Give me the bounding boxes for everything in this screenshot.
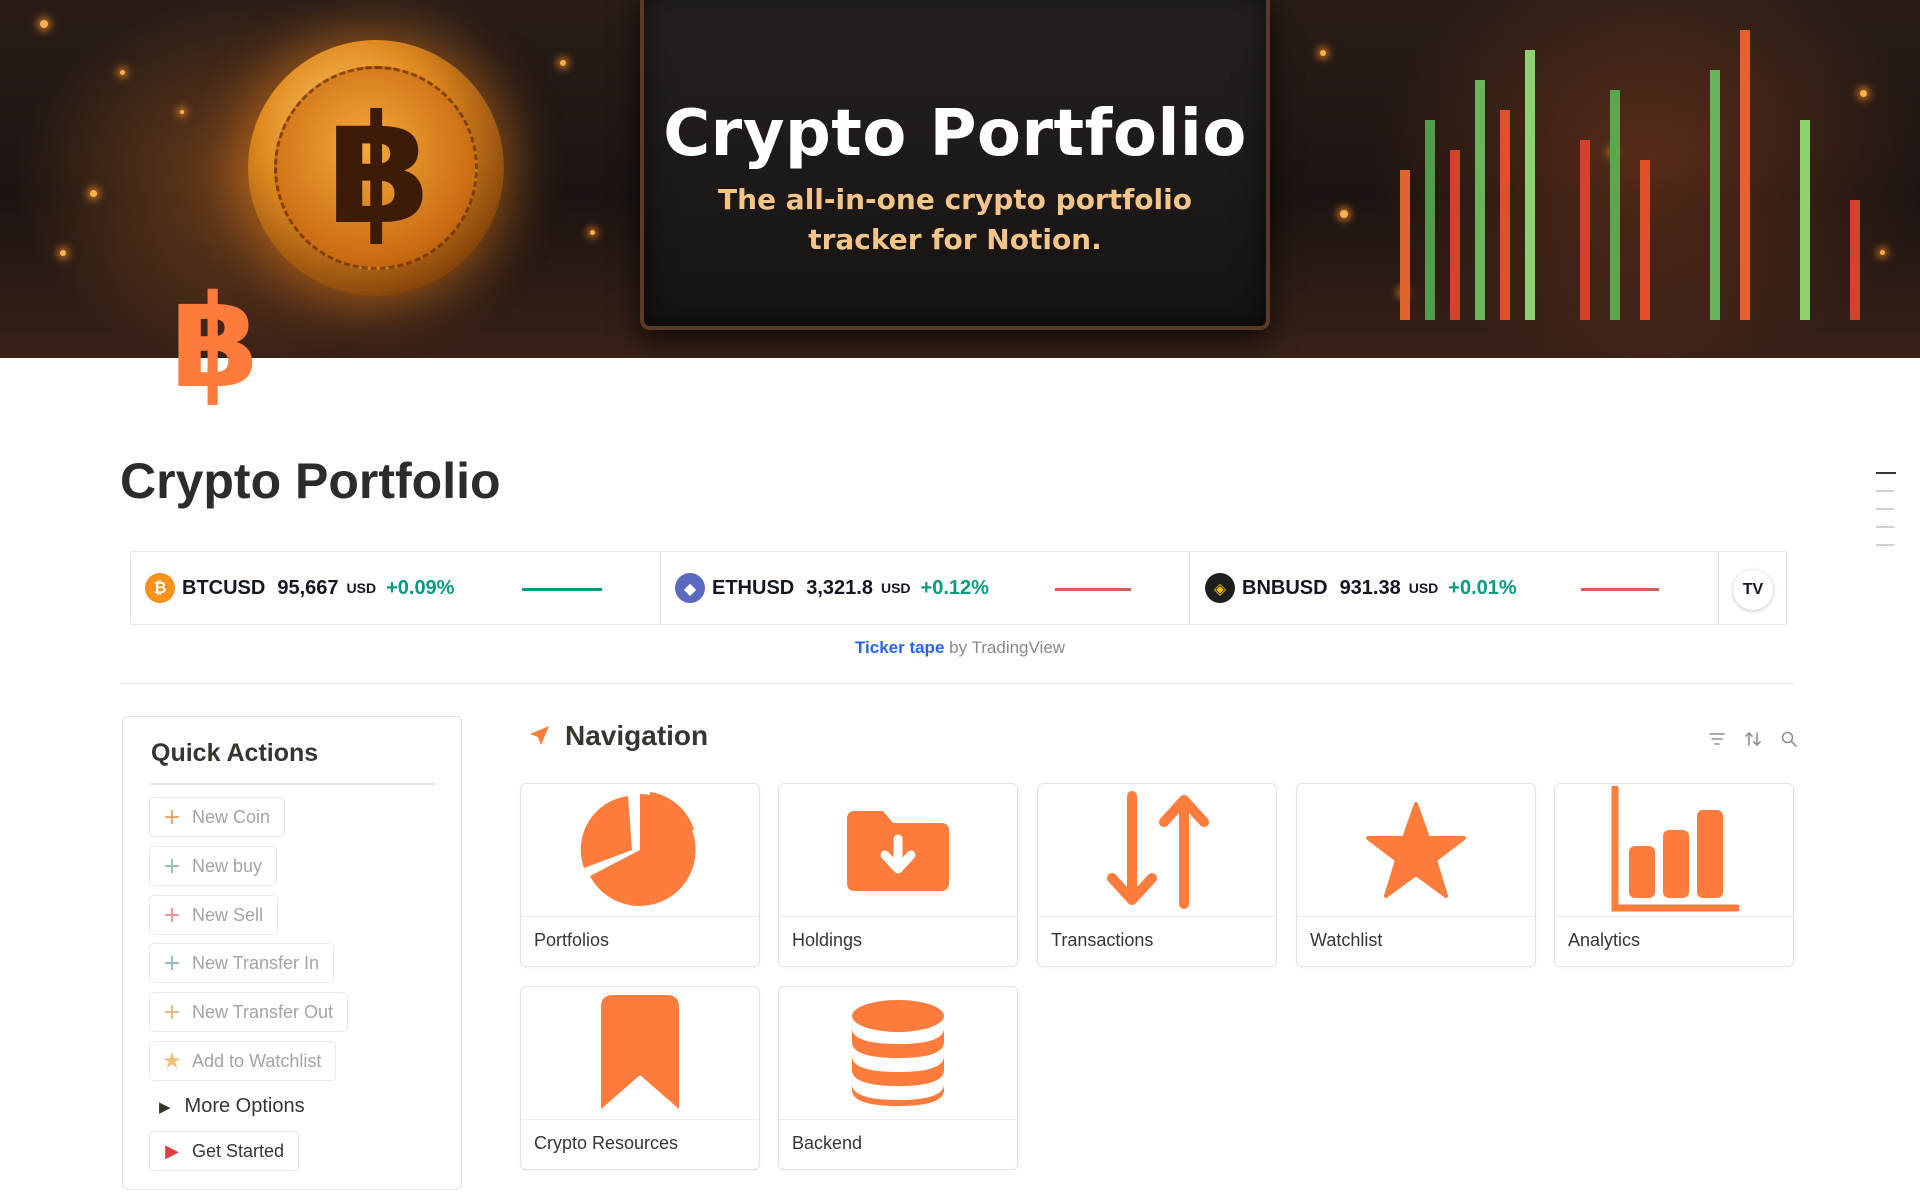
plus-icon: + [162,902,182,928]
ticker-unit: USD [1408,580,1439,596]
triangle-right-icon: ▶ [159,1097,171,1116]
ticker-unit: USD [346,580,377,596]
filter-icon[interactable] [1706,728,1728,750]
table-of-contents-outline[interactable] [1876,472,1896,562]
plus-icon: + [162,999,182,1025]
cover-title-board: Crypto Portfolio The all-in-one crypto p… [640,0,1270,330]
card-label: Holdings [792,930,863,950]
cover-subtitle-line2: tracker for Notion. [808,223,1102,256]
quick-actions-title: Quick Actions [151,739,319,767]
page-title[interactable]: Crypto Portfolio [120,452,501,510]
button-label: Add to Watchlist [192,1050,322,1071]
bar-chart-icon [1611,786,1739,912]
ticker-change: +0.01% [1448,576,1517,599]
navigation-header: Navigation [527,720,708,752]
sort-icon[interactable] [1742,728,1764,750]
ticker-symbol: BNBUSD [1242,576,1328,599]
card-label: Backend [792,1133,863,1153]
cover-title: Crypto Portfolio [663,97,1247,171]
bitcoin-icon[interactable]: ฿ [160,278,270,408]
cover-subtitle-line1: The all-in-one crypto portfolio [718,183,1192,216]
new-sell-button[interactable]: + New Sell [149,895,279,935]
button-label: New Transfer In [192,952,320,973]
new-transfer-out-button[interactable]: + New Transfer Out [149,992,349,1032]
add-to-watchlist-button[interactable]: ★ Add to Watchlist [149,1041,337,1081]
ticker-sparkline [1581,588,1659,591]
cover-image: ฿ Crypto Portfolio The all-in-one crypto… [0,0,1920,358]
swap-arrows-icon [1107,791,1209,909]
quick-actions-panel: Quick Actions + New Coin + New buy + New… [122,716,462,1190]
nav-card-watchlist[interactable]: Watchlist [1296,783,1536,967]
ticker-change: +0.12% [920,576,989,599]
plus-icon: + [162,853,182,879]
ticker-sparkline [1055,588,1131,591]
view-toolbar [1692,728,1800,750]
card-label: Portfolios [534,930,610,950]
nav-card-crypto-resources[interactable]: Crypto Resources [520,986,760,1170]
ethereum-logo-icon: ◆ [675,573,705,603]
button-label: New buy [192,855,263,876]
play-icon: ▶ [165,1140,179,1162]
ticker-tape-widget[interactable]: ₿ BTCUSD 95,667 USD +0.09% ◆ ETHUSD 3,32… [130,551,1787,625]
plus-icon: + [162,950,182,976]
navigation-arrow-icon [530,726,549,745]
ticker-caption-text: by TradingView [944,638,1066,657]
ticker-item-bnbusd[interactable]: ◈ BNBUSD 931.38 USD +0.01% [1205,552,1517,624]
star-icon: ★ [162,1048,182,1074]
button-label: Get Started [192,1140,285,1161]
plus-icon: + [162,804,182,830]
card-label: Transactions [1051,930,1154,950]
card-label: Watchlist [1310,930,1383,950]
ticker-change: +0.09% [386,576,455,599]
nav-card-transactions[interactable]: Transactions [1037,783,1277,967]
nav-card-portfolios[interactable]: Portfolios [520,783,760,967]
bitcoin-logo-icon: ₿ [145,573,175,603]
card-label: Crypto Resources [534,1133,679,1153]
new-buy-button[interactable]: + New buy [149,846,278,886]
pie-chart-icon [580,792,696,906]
nav-card-holdings[interactable]: Holdings [778,783,1018,967]
star-icon [1366,802,1466,898]
new-transfer-in-button[interactable]: + New Transfer In [149,943,335,983]
ticker-sparkline [522,588,602,591]
ticker-price: 95,667 [277,576,339,599]
ticker-item-btcusd[interactable]: ₿ BTCUSD 95,667 USD +0.09% [145,552,454,624]
button-label: New Coin [192,806,271,827]
get-started-button[interactable]: ▶ Get Started [149,1131,300,1171]
binance-logo-icon: ◈ [1205,573,1235,603]
divider [120,683,1795,684]
search-icon[interactable] [1778,728,1800,750]
database-icon [852,1000,944,1106]
ticker-symbol: BTCUSD [182,576,266,599]
bitcoin-coin-image: ฿ [248,40,504,296]
bookmark-icon [601,995,679,1109]
divider [151,783,435,785]
card-label: Analytics [1568,930,1641,950]
ticker-tape-link[interactable]: Ticker tape [855,638,944,657]
cover-subtitle: The all-in-one crypto portfolio tracker … [644,180,1266,260]
more-options-label: More Options [184,1095,305,1117]
ticker-symbol: ETHUSD [712,576,795,599]
nav-card-backend[interactable]: Backend [778,986,1018,1170]
tradingview-logo-icon[interactable]: TV [1733,570,1773,610]
candlestick-chart-image [1380,20,1900,320]
button-label: New Sell [192,904,264,925]
nav-card-analytics[interactable]: Analytics [1554,783,1794,967]
navigation-title: Navigation [565,720,709,751]
new-coin-button[interactable]: + New Coin [149,797,286,837]
ticker-price: 931.38 [1339,576,1401,599]
ticker-item-ethusd[interactable]: ◆ ETHUSD 3,321.8 USD +0.12% [675,552,989,624]
ticker-caption: Ticker tape by TradingView [0,638,1920,658]
ticker-price: 3,321.8 [806,576,873,599]
folder-download-icon [847,811,949,891]
more-options-toggle[interactable]: ▶ More Options [159,1095,305,1118]
ticker-unit: USD [880,580,911,596]
button-label: New Transfer Out [192,1001,334,1022]
